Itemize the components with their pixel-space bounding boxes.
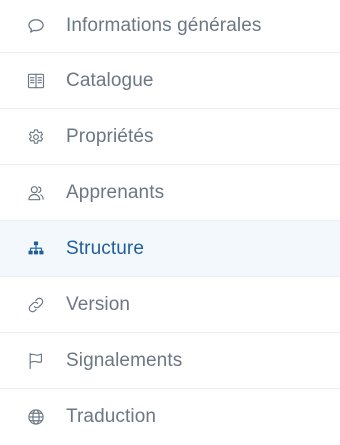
open-book-icon	[25, 70, 47, 92]
speech-bubble-icon	[25, 15, 47, 37]
menu-item-apprenants[interactable]: Apprenants	[0, 165, 340, 221]
menu-item-label: Propriétés	[66, 125, 154, 147]
menu-item-label: Structure	[66, 237, 144, 259]
menu-item-traduction[interactable]: Traduction	[0, 389, 340, 445]
link-icon	[25, 294, 47, 316]
sitemap-icon	[25, 238, 47, 260]
menu-item-version[interactable]: Version	[0, 277, 340, 333]
gear-icon	[25, 126, 47, 148]
globe-icon	[25, 406, 47, 428]
menu-item-label: Signalements	[66, 349, 183, 371]
menu-item-label: Traduction	[66, 406, 157, 427]
menu-item-structure[interactable]: Structure	[0, 221, 340, 277]
menu-item-signalements[interactable]: Signalements	[0, 333, 340, 389]
menu-item-label: Catalogue	[66, 69, 154, 91]
menu-item-informations-generales[interactable]: Informations générales	[0, 0, 340, 53]
menu-item-label: Apprenants	[66, 181, 165, 203]
flag-icon	[25, 350, 47, 372]
menu-item-label: Informations générales	[66, 15, 262, 36]
sidebar-menu: Informations générales Catalogue Proprié	[0, 0, 340, 445]
menu-item-label: Version	[66, 293, 131, 315]
users-icon	[25, 182, 47, 204]
menu-item-catalogue[interactable]: Catalogue	[0, 53, 340, 109]
menu-item-proprietes[interactable]: Propriétés	[0, 109, 340, 165]
